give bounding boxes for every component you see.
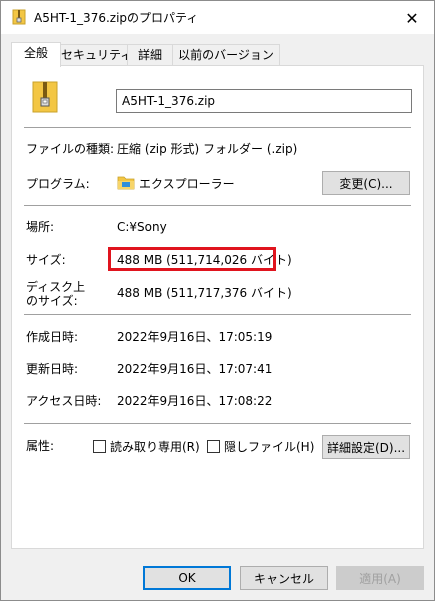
readonly-checkbox-label: 読み取り専用(R) bbox=[110, 440, 200, 454]
separator bbox=[24, 127, 411, 128]
tab-previous-versions[interactable]: 以前のバージョン bbox=[172, 44, 280, 66]
hidden-checkbox[interactable]: 隠しファイル(H) bbox=[207, 438, 314, 455]
size-on-disk-label-line1: ディスク上 bbox=[26, 280, 86, 294]
change-program-button[interactable]: 変更(C)... bbox=[322, 171, 410, 195]
file-name-input[interactable]: A5HT-1_376.zip bbox=[116, 89, 412, 113]
tab-general[interactable]: 全般 bbox=[11, 42, 61, 67]
created-value: 2022年9月16日、17:05:19 bbox=[117, 330, 273, 344]
file-explorer-icon bbox=[117, 173, 135, 191]
location-label: 場所: bbox=[26, 220, 55, 234]
tab-security[interactable]: セキュリティ bbox=[60, 44, 132, 66]
accessed-label: アクセス日時: bbox=[26, 394, 102, 408]
readonly-checkbox-box[interactable] bbox=[93, 440, 106, 453]
program-label: プログラム: bbox=[26, 177, 90, 191]
program-value: エクスプローラー bbox=[139, 177, 235, 191]
created-label: 作成日時: bbox=[26, 330, 79, 344]
size-on-disk-label-line2: のサイズ: bbox=[26, 294, 78, 308]
cancel-button[interactable]: キャンセル bbox=[240, 566, 328, 590]
hidden-checkbox-label: 隠しファイル(H) bbox=[224, 440, 315, 454]
readonly-checkbox[interactable]: 読み取り専用(R) bbox=[93, 438, 200, 455]
size-highlight-box bbox=[108, 247, 276, 271]
separator bbox=[24, 205, 411, 206]
general-panel: A5HT-1_376.zip ファイルの種類: 圧縮 (zip 形式) フォルダ… bbox=[11, 65, 424, 549]
accessed-value: 2022年9月16日、17:08:22 bbox=[117, 394, 273, 408]
close-button[interactable]: ✕ bbox=[394, 3, 430, 33]
tab-details[interactable]: 詳細 bbox=[127, 44, 173, 66]
attributes-label: 属性: bbox=[26, 439, 55, 453]
properties-dialog: A5HT-1_376.zipのプロパティ ✕ 全般 セキュリティ 詳細 以前のバ… bbox=[0, 0, 435, 601]
close-icon: ✕ bbox=[405, 8, 419, 28]
separator bbox=[24, 423, 411, 424]
size-on-disk-value: 488 MB (511,717,376 バイト) bbox=[117, 286, 292, 300]
separator bbox=[24, 314, 411, 315]
hidden-checkbox-box[interactable] bbox=[207, 440, 220, 453]
size-label: サイズ: bbox=[26, 253, 66, 267]
file-type-label: ファイルの種類: bbox=[26, 142, 115, 156]
apply-button[interactable]: 適用(A) bbox=[336, 566, 424, 590]
title-bar: A5HT-1_376.zipのプロパティ ✕ bbox=[1, 1, 434, 34]
advanced-attributes-button[interactable]: 詳細設定(D)... bbox=[322, 435, 410, 459]
modified-value: 2022年9月16日、17:07:41 bbox=[117, 362, 273, 376]
zip-folder-icon bbox=[11, 9, 27, 25]
location-value: C:¥Sony bbox=[117, 220, 167, 234]
window-title: A5HT-1_376.zipのプロパティ bbox=[34, 11, 199, 25]
ok-button[interactable]: OK bbox=[143, 566, 231, 590]
file-type-value: 圧縮 (zip 形式) フォルダー (.zip) bbox=[117, 142, 298, 156]
zip-folder-large-icon bbox=[30, 80, 60, 114]
modified-label: 更新日時: bbox=[26, 362, 79, 376]
